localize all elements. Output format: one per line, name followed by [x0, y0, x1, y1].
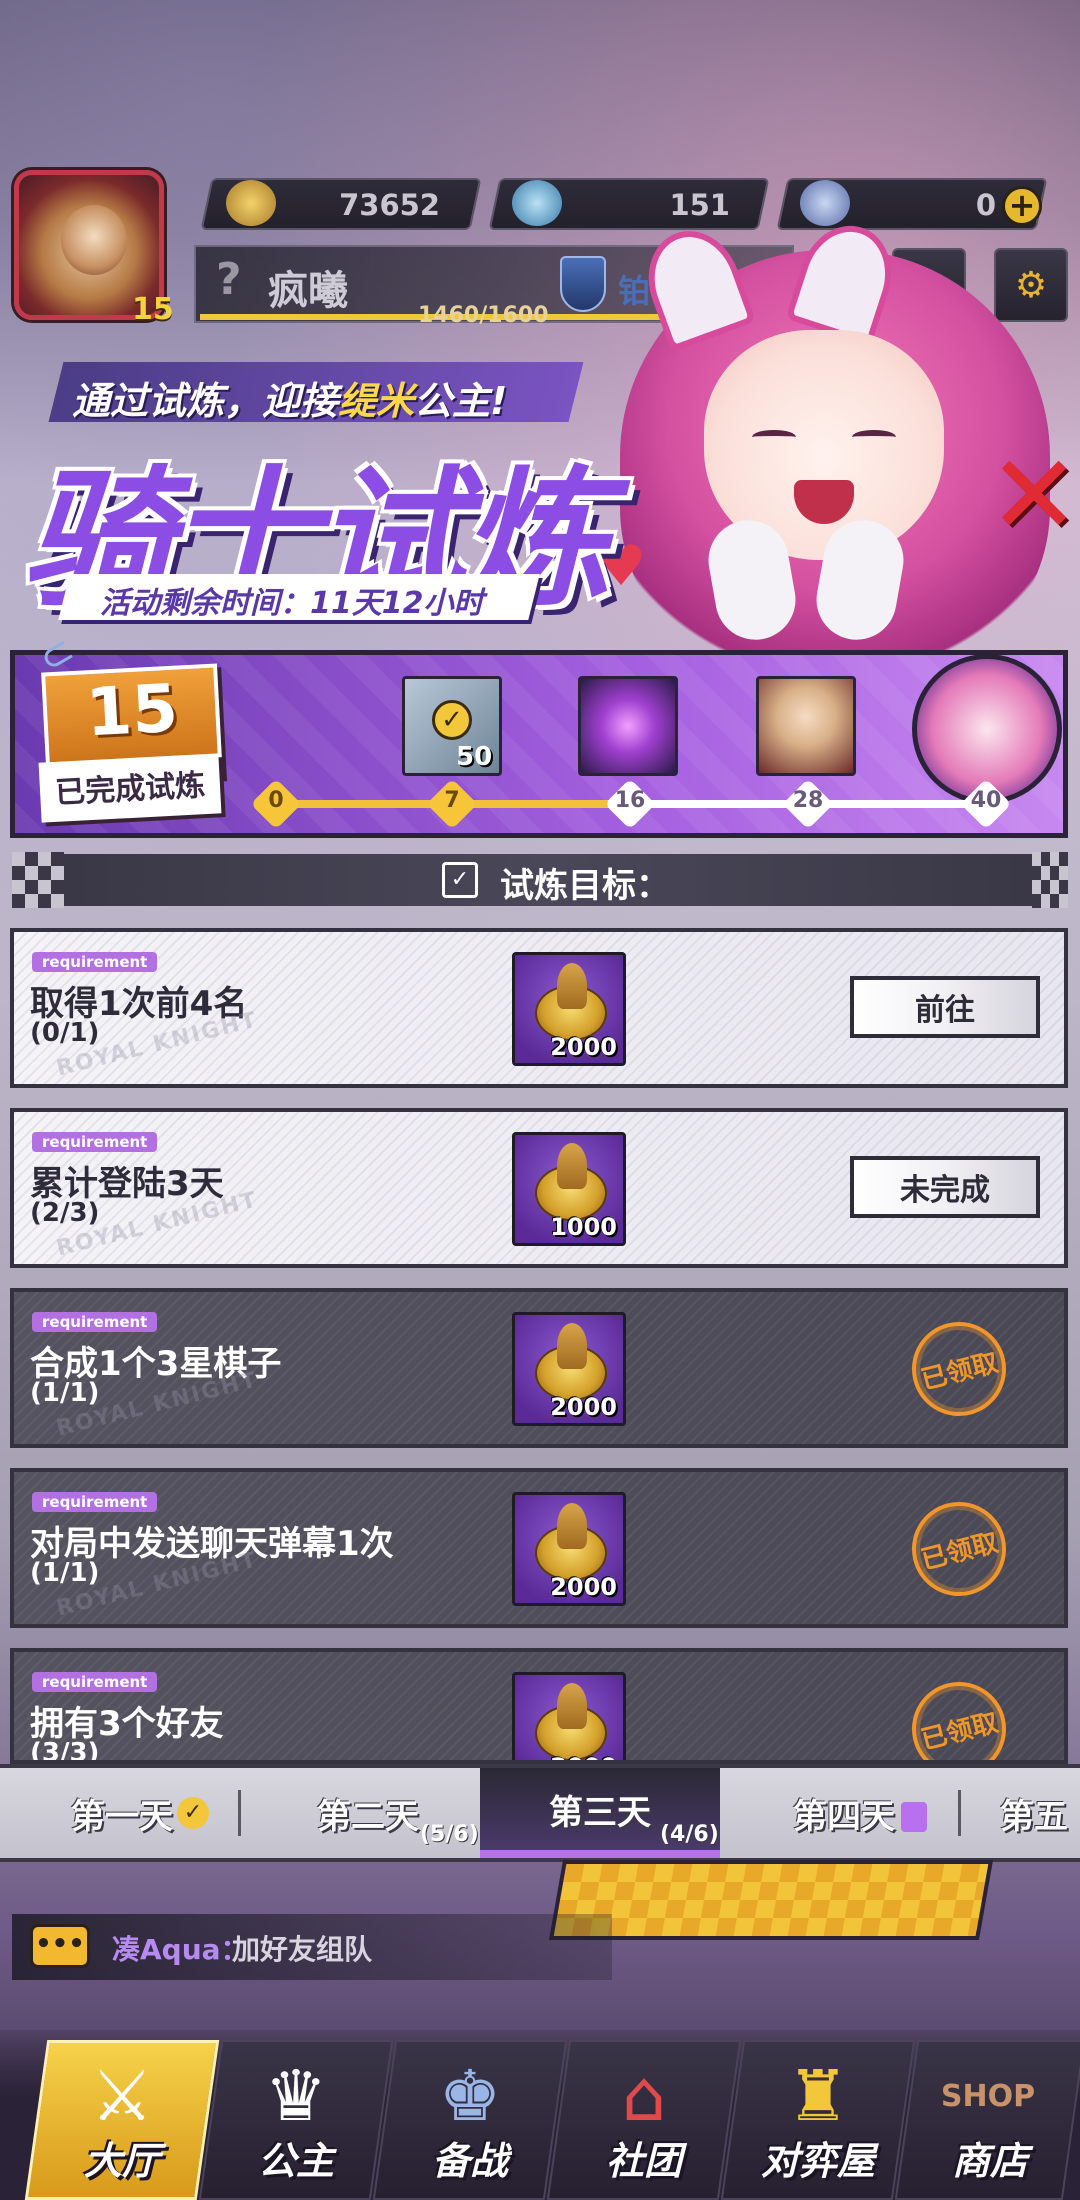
- day-label: 第二天: [317, 1796, 419, 1837]
- task-card: requirement 对局中发送聊天弹幕1次 (1/1) ROYAL KNIG…: [10, 1468, 1068, 1628]
- nav-label-guild: 社团: [605, 2139, 682, 2183]
- exp-text: 1460/1600: [418, 303, 549, 328]
- claimed-stamp: 已领取: [902, 1672, 1016, 1760]
- lock-icon: [901, 1802, 927, 1832]
- go-button[interactable]: 前往: [850, 976, 1040, 1038]
- settings-button[interactable]: ⚙: [994, 248, 1068, 322]
- player-name: 疯曦: [268, 268, 348, 314]
- requirement-tag: requirement: [32, 1492, 158, 1512]
- day-count: (5/6): [420, 1822, 479, 1847]
- task-reward[interactable]: 2000: [512, 1672, 626, 1760]
- coin-value: 73652: [339, 188, 440, 222]
- section-checker-right: [1032, 852, 1068, 908]
- ranked-mode-banner[interactable]: [548, 1860, 994, 1940]
- event-time-left: 活动剩余时间：11天12小时: [100, 586, 484, 621]
- task-card: requirement 合成1个3星棋子 (1/1) ROYAL KNIGHT …: [10, 1288, 1068, 1448]
- task-reward[interactable]: 2000: [512, 952, 626, 1066]
- task-reward[interactable]: 2000: [512, 1492, 626, 1606]
- milestone-reward-hero[interactable]: [756, 676, 856, 776]
- milestone-label-40: 40: [970, 788, 1002, 813]
- banner-subtitle: 通过试炼，迎接缇米公主!: [72, 379, 508, 423]
- coin-bag-icon: [557, 1503, 587, 1549]
- gear-icon: ⚙: [1014, 264, 1048, 306]
- reward-amount: 1000: [550, 1213, 617, 1241]
- nav-label-lobby: 大厅: [83, 2139, 160, 2183]
- claimed-stamp: 已领取: [902, 1492, 1016, 1606]
- coin-bag-icon: [557, 1683, 587, 1729]
- avatar-face: [61, 205, 127, 275]
- requirement-tag: requirement: [32, 1132, 158, 1152]
- tab-day-3[interactable]: 第三天 (4/6): [480, 1768, 720, 1858]
- requirement-tag: requirement: [32, 1312, 158, 1332]
- day-label: 第三天: [549, 1792, 651, 1833]
- help-icon[interactable]: ?: [216, 254, 242, 305]
- gem-icon: [800, 180, 850, 226]
- milestone-label-28: 28: [792, 788, 824, 813]
- diamond-value: 151: [669, 188, 730, 222]
- tab-day-4[interactable]: 第四天: [760, 1768, 960, 1858]
- diamond-icon: [512, 180, 562, 226]
- coin-bag-icon: [557, 1323, 587, 1369]
- coin-stack-icon: [226, 180, 276, 226]
- chat-bubble-icon[interactable]: •••: [30, 1924, 90, 1968]
- check-icon: ✓: [432, 700, 472, 740]
- chat-username: 凑Aqua：: [112, 1933, 249, 1966]
- tab-separator: [958, 1790, 961, 1836]
- claimed-stamp: 已领取: [902, 1312, 1016, 1426]
- reward-amount: 2000: [550, 1393, 617, 1421]
- task-reward[interactable]: 2000: [512, 1312, 626, 1426]
- tab-separator: [238, 1790, 241, 1836]
- task-card: requirement 取得1次前4名 (0/1) ROYAL KNIGHT 2…: [10, 928, 1068, 1088]
- task-card: requirement 累计登陆3天 (2/3) ROYAL KNIGHT 10…: [10, 1108, 1068, 1268]
- milestone-label-0: 0: [268, 788, 284, 813]
- coin-bag-icon: [557, 1143, 587, 1189]
- task-reward[interactable]: 1000: [512, 1132, 626, 1246]
- reward-amount: 2000: [550, 1753, 617, 1760]
- add-gem-button[interactable]: +: [1002, 186, 1042, 226]
- day-label: 第一天: [71, 1796, 173, 1837]
- milestone-reward-magic[interactable]: [578, 676, 678, 776]
- close-button[interactable]: ✕: [988, 440, 1080, 550]
- reward-amount: 2000: [550, 1573, 617, 1601]
- task-progress: (3/3): [30, 1738, 100, 1764]
- requirement-tag: requirement: [32, 1672, 158, 1692]
- rank-text: 铂: [618, 272, 651, 310]
- nav-label-prepare: 备战: [431, 2139, 508, 2183]
- milestone-label-16: 16: [614, 788, 646, 813]
- section-checker-left: [12, 852, 64, 908]
- task-progress: (1/1): [30, 1558, 100, 1588]
- tab-day-1[interactable]: 第一天 ✓: [40, 1768, 240, 1858]
- tab-day-5[interactable]: 第五: [1000, 1768, 1080, 1858]
- day-label: 第四天: [793, 1796, 895, 1837]
- completed-label: 已完成试炼: [54, 768, 206, 811]
- nav-label-princess: 公主: [257, 2139, 334, 2183]
- section-title: 试炼目标：: [500, 866, 670, 906]
- day-label: 第五: [1000, 1796, 1068, 1837]
- milestone-reward-qty: 50: [456, 742, 493, 772]
- incomplete-button[interactable]: 未完成: [850, 1156, 1040, 1218]
- gem-value: 0: [975, 188, 996, 222]
- nav-label-shop: 商店: [951, 2139, 1028, 2183]
- day-count: (4/6): [660, 1822, 719, 1847]
- task-progress: (0/1): [30, 1018, 100, 1048]
- task-progress: (2/3): [30, 1198, 100, 1228]
- reward-amount: 2000: [550, 1033, 617, 1061]
- chat-message: 加好友组队: [232, 1933, 373, 1966]
- task-card: requirement 拥有3个好友 (3/3) 2000 已领取: [10, 1648, 1068, 1764]
- task-progress: (1/1): [30, 1378, 100, 1408]
- tab-day-2[interactable]: 第二天 (5/6): [258, 1768, 479, 1858]
- rank-shield-icon: [560, 256, 606, 312]
- coin-bag-icon: [557, 963, 587, 1009]
- requirement-tag: requirement: [32, 952, 158, 972]
- completed-count: 15: [84, 669, 180, 752]
- check-icon: ✓: [177, 1797, 209, 1829]
- character-eye-right: [852, 430, 896, 444]
- character-eye-left: [752, 430, 796, 444]
- nav-label-arena: 对弈屋: [760, 2139, 875, 2183]
- milestone-label-7: 7: [444, 788, 460, 813]
- checklist-icon: ✓: [442, 862, 478, 898]
- player-level: 15: [132, 292, 174, 327]
